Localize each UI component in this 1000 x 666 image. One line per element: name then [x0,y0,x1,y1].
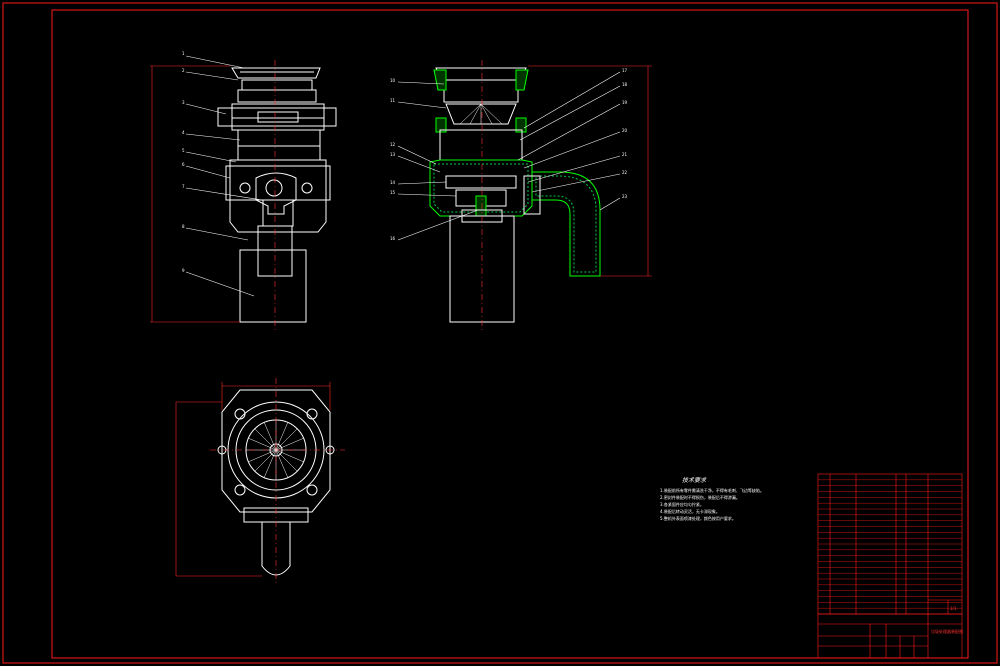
callout-label: 17 [622,68,628,73]
title-block-name: 垃圾处理器装配图 [931,628,963,634]
callout-label: 16 [390,236,396,241]
callout-label: 2 [182,68,185,73]
callout-label: 7 [182,184,185,189]
callout-label: 20 [622,128,628,133]
section-view-callouts-right: 17 18 19 20 21 22 23 [622,68,628,199]
tech-requirement-line: 3.各紧固件应均匀拧紧。 [660,501,704,507]
callout-label: 10 [390,78,396,83]
front-view-leaders [185,55,263,297]
top-view-dimensions [175,382,331,577]
inner-frame [51,9,969,659]
section-view-leaders-right [517,71,621,211]
parts-list-rows [818,479,962,609]
callout-label: 1 [182,51,185,56]
callout-label: 11 [390,98,396,103]
tech-requirement-line: 1.装配前所有零件需清洗干净，不得有毛刺、飞边等缺陷。 [660,487,764,493]
callout-label: 22 [622,170,628,175]
tech-requirement-line: 4.装配后转动灵活，无卡滞现象。 [660,508,720,514]
callout-label: 15 [390,190,396,195]
callout-label: 3 [182,100,185,105]
title-block-sheet: 1/1 [950,606,957,611]
top-view [210,378,345,585]
tech-requirements-title: 技术要求 [682,476,707,484]
callout-label: 13 [390,152,396,157]
section-view [429,60,601,330]
callout-label: 9 [182,268,185,273]
callout-label: 18 [622,82,628,87]
tech-requirement-line: 5.整机外表面喷漆处理，颜色按用户要求。 [660,515,736,521]
callout-label: 14 [390,180,396,185]
callout-label: 23 [622,194,628,199]
front-view-callouts: 1 2 3 4 5 6 7 8 9 [182,51,185,273]
callout-label: 8 [182,224,185,229]
technical-requirements: 技术要求 1.装配前所有零件需清洗干净，不得有毛刺、飞边等缺陷。 2.密封件装配… [660,476,764,521]
callout-label: 19 [622,100,628,105]
callout-label: 6 [182,162,185,167]
cad-drawing-sheet: 1 2 3 4 5 6 7 8 9 10 11 12 13 14 15 16 1… [2,2,998,664]
callout-label: 4 [182,130,185,135]
section-view-callouts-left: 10 11 12 13 14 15 16 [390,78,396,241]
callout-label: 21 [622,152,628,157]
section-view-height-dimension [528,65,652,277]
callout-label: 12 [390,142,396,147]
callout-label: 5 [182,148,185,153]
tech-requirement-line: 2.密封件装配时不得损伤，装配后不得渗漏。 [660,494,740,500]
